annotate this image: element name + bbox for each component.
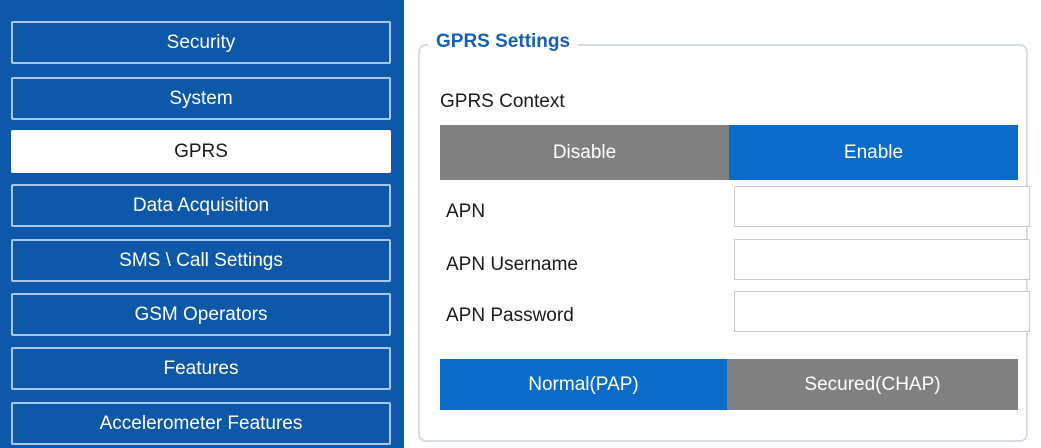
apn-input[interactable] bbox=[734, 186, 1030, 227]
gprs-context-label: GPRS Context bbox=[440, 91, 565, 112]
auth-normal-pap-button[interactable]: Normal(PAP) bbox=[440, 359, 727, 410]
sidebar-item-sms-call-settings[interactable]: SMS \ Call Settings bbox=[11, 239, 391, 282]
apn-username-input[interactable] bbox=[734, 239, 1030, 280]
sidebar-item-gprs[interactable]: GPRS bbox=[11, 130, 391, 173]
sidebar: Security System GPRS Data Acquisition SM… bbox=[0, 0, 404, 448]
apn-username-label: APN Username bbox=[446, 254, 578, 275]
sidebar-item-features[interactable]: Features bbox=[11, 347, 391, 390]
main-panel: GPRS Context Disable Enable APN APN User… bbox=[404, 0, 1041, 448]
sidebar-item-accelerometer-features[interactable]: Accelerometer Features bbox=[11, 402, 391, 445]
apn-password-input[interactable] bbox=[734, 291, 1030, 332]
gprs-context-disable-button[interactable]: Disable bbox=[440, 125, 729, 180]
gprs-settings-title: GPRS Settings bbox=[428, 31, 579, 53]
sidebar-item-data-acquisition[interactable]: Data Acquisition bbox=[11, 184, 391, 227]
auth-secured-chap-button[interactable]: Secured(CHAP) bbox=[727, 359, 1018, 410]
sidebar-item-system[interactable]: System bbox=[11, 77, 391, 120]
apn-password-label: APN Password bbox=[446, 305, 574, 326]
sidebar-item-gsm-operators[interactable]: GSM Operators bbox=[11, 293, 391, 336]
gprs-context-enable-button[interactable]: Enable bbox=[729, 125, 1018, 180]
gprs-settings-groupbox: GPRS Context Disable Enable APN APN User… bbox=[418, 44, 1030, 442]
apn-label: APN bbox=[446, 201, 486, 222]
sidebar-item-security[interactable]: Security bbox=[11, 21, 391, 64]
